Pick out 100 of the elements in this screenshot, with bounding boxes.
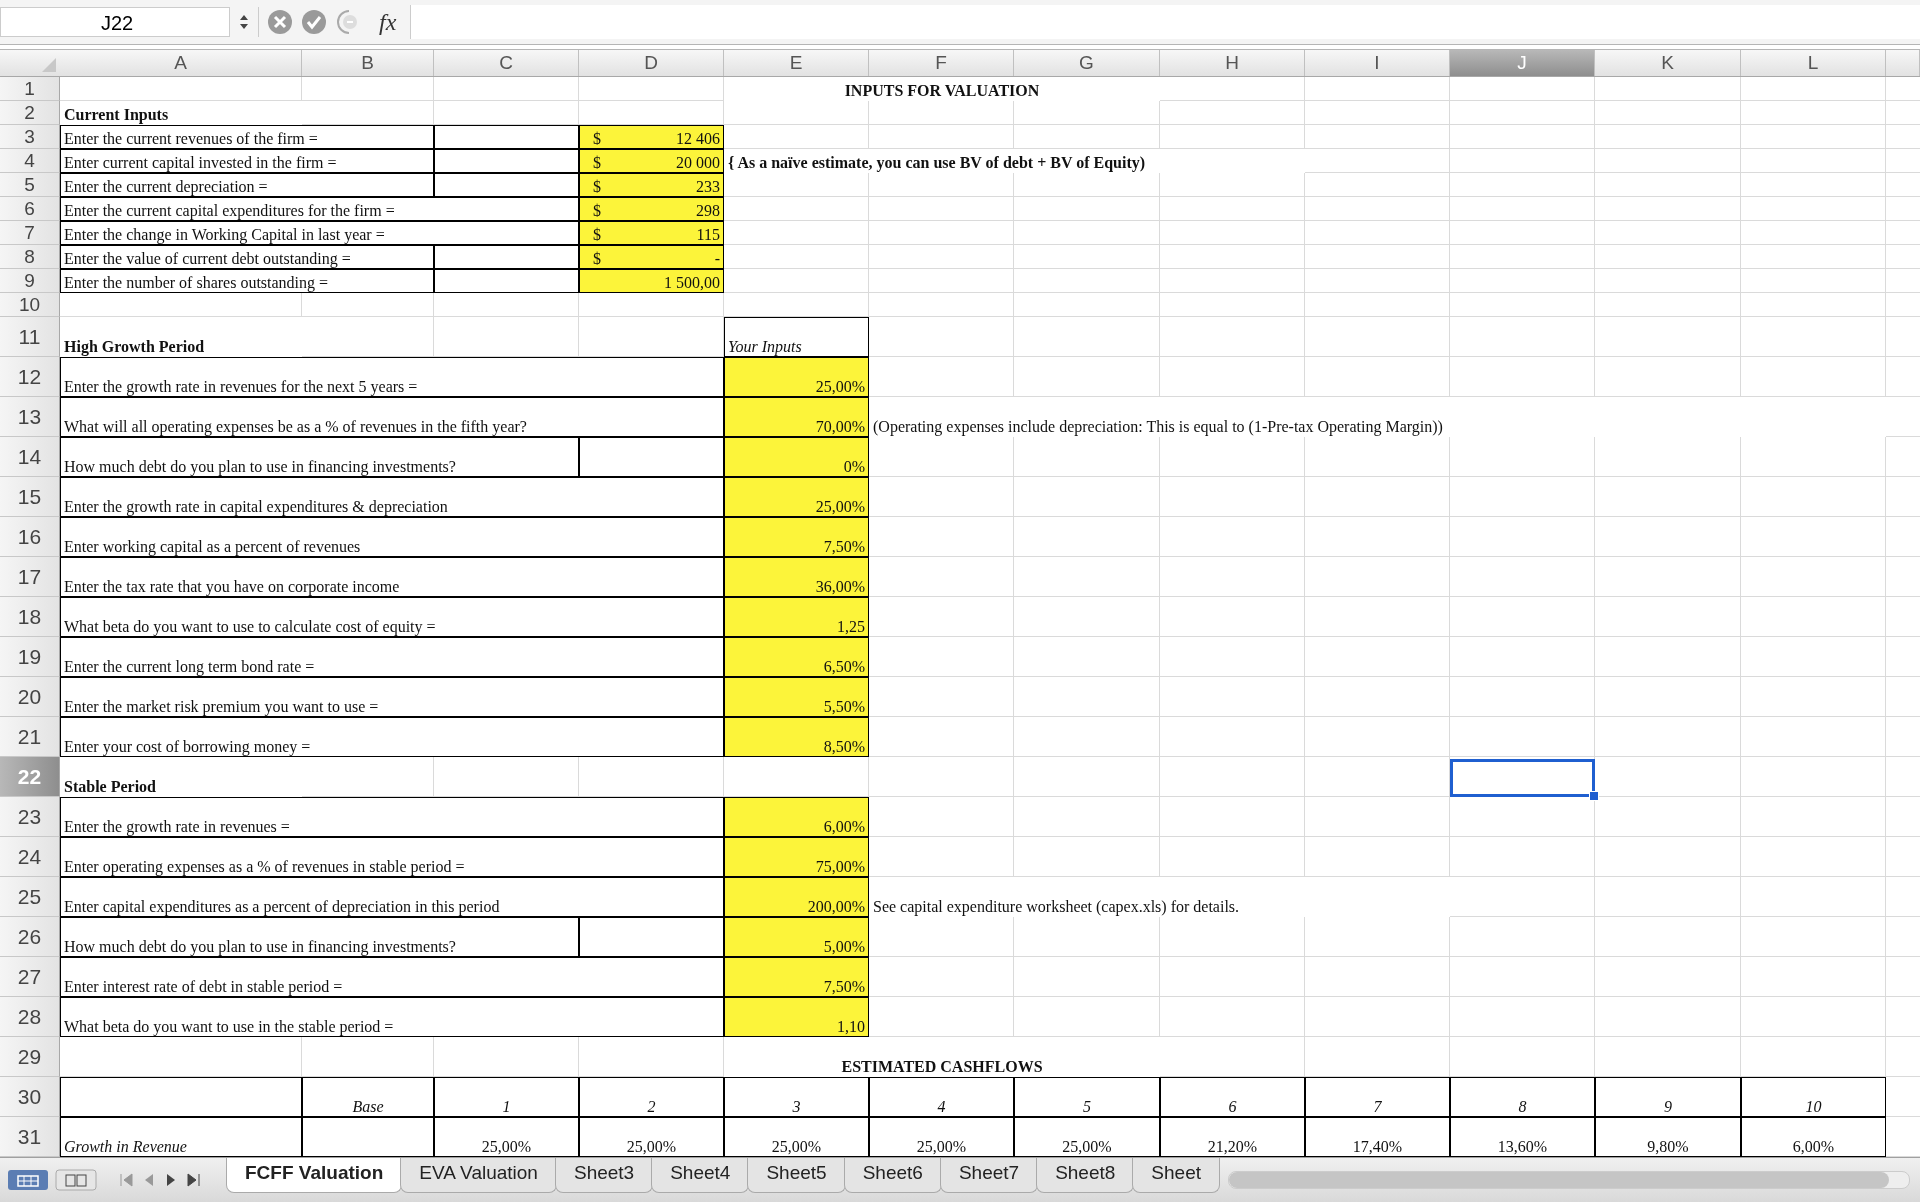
page-layout-icon[interactable]: [54, 1167, 98, 1193]
row-header[interactable]: 17: [0, 557, 60, 597]
row-header[interactable]: 18: [0, 597, 60, 637]
row-header[interactable]: 14: [0, 437, 60, 477]
row-header[interactable]: 16: [0, 517, 60, 557]
column-label: 2: [579, 1077, 724, 1117]
first-sheet-icon[interactable]: [118, 1170, 136, 1190]
row-header[interactable]: 1: [0, 77, 60, 101]
table-cell: 25,00%: [724, 357, 869, 397]
row-header[interactable]: 6: [0, 197, 60, 221]
currency-symbol: $: [593, 154, 601, 172]
row-header[interactable]: 4: [0, 149, 60, 173]
row-header[interactable]: 29: [0, 1037, 60, 1077]
sheet-tab[interactable]: FCFF Valuation: [226, 1158, 403, 1193]
cancel-icon[interactable]: [267, 9, 293, 35]
sheet-tab[interactable]: Sheet8: [1036, 1158, 1135, 1193]
table-cell: 36,00%: [724, 557, 869, 597]
table-cell: Growth in Revenue: [60, 1117, 302, 1157]
row-header[interactable]: 15: [0, 477, 60, 517]
column-label: 8: [1450, 1077, 1595, 1117]
currency-symbol: $: [593, 226, 601, 244]
table-cell: Enter your cost of borrowing money =: [60, 717, 724, 757]
column-header[interactable]: K: [1595, 50, 1741, 76]
column-header[interactable]: D: [579, 50, 724, 76]
column-label: 1: [434, 1077, 579, 1117]
row-header[interactable]: 5: [0, 173, 60, 197]
currency-symbol: $: [593, 178, 601, 196]
column-label: 10: [1741, 1077, 1886, 1117]
table-cell: 1,10: [724, 997, 869, 1037]
row-header[interactable]: 25: [0, 877, 60, 917]
table-cell: 75,00%: [724, 837, 869, 877]
table-cell: Enter the change in Working Capital in last year =: [60, 221, 579, 245]
name-box[interactable]: J22: [0, 7, 230, 37]
table-cell: 0%: [724, 437, 869, 477]
row-header[interactable]: 2: [0, 101, 60, 125]
table-cell: What beta do you want to use to calculate cost of equity =: [60, 597, 724, 637]
last-sheet-icon[interactable]: [184, 1170, 202, 1190]
column-header[interactable]: G: [1014, 50, 1160, 76]
row-header[interactable]: 3: [0, 125, 60, 149]
row-header[interactable]: 11: [0, 317, 60, 357]
formula-label[interactable]: fx: [373, 8, 403, 36]
table-cell: 25,00%: [434, 1117, 579, 1157]
table-cell: Enter the number of shares outstanding =: [60, 269, 434, 293]
normal-view-icon[interactable]: [6, 1167, 50, 1193]
column-label: 3: [724, 1077, 869, 1117]
table-cell: 200,00%: [724, 877, 869, 917]
sheet-tab[interactable]: Sheet6: [843, 1158, 942, 1193]
sheet-tab[interactable]: Sheet5: [747, 1158, 846, 1193]
sheet-tab[interactable]: Sheet3: [554, 1158, 654, 1193]
table-cell: What beta do you want to use in the stable period =: [60, 997, 724, 1037]
row-header[interactable]: 9: [0, 269, 60, 293]
sheet-tab[interactable]: Sheet4: [651, 1158, 750, 1193]
row-header[interactable]: 26: [0, 917, 60, 957]
row-header[interactable]: 20: [0, 677, 60, 717]
table-cell: Enter the value of current debt outstanding =: [60, 245, 434, 269]
column-header[interactable]: L: [1741, 50, 1886, 76]
cell-value: 12 406: [676, 130, 720, 148]
row-header[interactable]: 21: [0, 717, 60, 757]
table-cell: Enter the current depreciation =: [60, 173, 434, 197]
cell-value: -: [714, 250, 720, 268]
currency-symbol: $: [593, 202, 601, 220]
column-header[interactable]: A: [60, 50, 302, 76]
section-heading: High Growth Period: [60, 317, 302, 357]
row-header[interactable]: 27: [0, 957, 60, 997]
column-header[interactable]: F: [869, 50, 1014, 76]
table-cell: 25,00%: [724, 1117, 869, 1157]
row-header[interactable]: 30: [0, 1077, 60, 1117]
confirm-icon[interactable]: [301, 9, 327, 35]
sheet-tab[interactable]: Sheet: [1132, 1158, 1220, 1193]
sheet-tab[interactable]: EVA Valuation: [400, 1158, 557, 1193]
row-header[interactable]: 13: [0, 397, 60, 437]
table-cell: 70,00%: [724, 397, 869, 437]
row-header[interactable]: 8: [0, 245, 60, 269]
row-header[interactable]: 31: [0, 1117, 60, 1157]
table-cell: How much debt do you plan to use in financing investments?: [60, 917, 579, 957]
cell-value: 115: [696, 226, 720, 244]
row-header[interactable]: 12: [0, 357, 60, 397]
formula-field[interactable]: [410, 5, 1920, 39]
sheet-tab[interactable]: Sheet7: [939, 1158, 1039, 1193]
note-text: (Operating expenses include depreciation: This is equal to (1-Pre-tax Operating Margin)): [869, 397, 1886, 437]
column-header[interactable]: C: [434, 50, 579, 76]
table-cell: Enter the growth rate in capital expenditures & depreciation: [60, 477, 724, 517]
column-header[interactable]: E: [724, 50, 869, 76]
fill-handle[interactable]: [1589, 791, 1599, 801]
table-cell: Enter working capital as a percent of revenues: [60, 517, 724, 557]
table-cell: Enter the current capital expenditures for the firm =: [60, 197, 579, 221]
row-header[interactable]: 28: [0, 997, 60, 1037]
column-header[interactable]: B: [302, 50, 434, 76]
row-header[interactable]: 19: [0, 637, 60, 677]
row-header[interactable]: 10: [0, 293, 60, 317]
column-label: 4: [869, 1077, 1014, 1117]
table-cell: 5,00%: [724, 917, 869, 957]
row-header[interactable]: 7: [0, 221, 60, 245]
row-header[interactable]: 24: [0, 837, 60, 877]
table-cell: 9,80%: [1595, 1117, 1741, 1157]
column-header[interactable]: H: [1160, 50, 1305, 76]
row-header[interactable]: 23: [0, 797, 60, 837]
column-label: 5: [1014, 1077, 1160, 1117]
table-cell: What will all operating expenses be as a % of revenues in the fifth year?: [60, 397, 724, 437]
section-heading: Current Inputs: [60, 101, 302, 125]
